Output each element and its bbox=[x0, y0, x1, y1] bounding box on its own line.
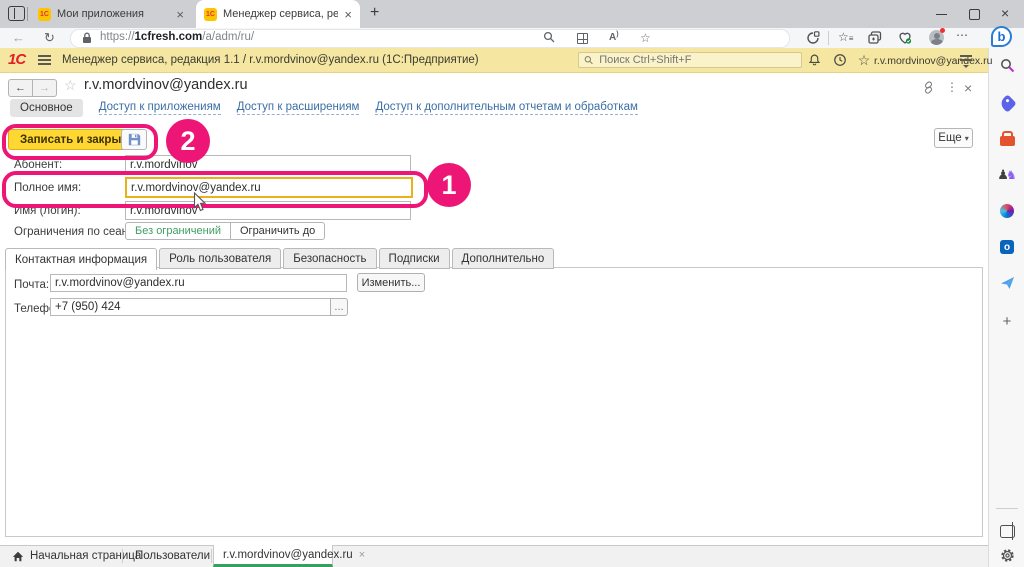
nav-link-app-access[interactable]: Доступ к приложениям bbox=[99, 101, 221, 115]
search-this-page-icon[interactable] bbox=[543, 31, 555, 43]
app-search-input[interactable] bbox=[597, 53, 796, 67]
tab-contact-info[interactable]: Контактная информация bbox=[5, 248, 157, 270]
service-menu-icon[interactable] bbox=[960, 55, 974, 69]
chevron-down-icon: ▾ bbox=[965, 134, 969, 143]
sidebar-shopping-icon[interactable] bbox=[998, 94, 1016, 112]
phone-ellipsis-button[interactable]: ... bbox=[330, 298, 348, 316]
browser-tab-label: Менеджер сервиса, редакция 1 bbox=[223, 8, 338, 20]
form-back-icon[interactable]: ← bbox=[8, 79, 33, 97]
sidebar-add-icon[interactable]: + bbox=[998, 312, 1016, 330]
sidebar-games-icon[interactable]: ♟♞ bbox=[998, 166, 1016, 184]
extensions-icon[interactable] bbox=[806, 31, 820, 45]
close-tab-icon[interactable]: × bbox=[176, 8, 184, 21]
form-close-icon[interactable]: × bbox=[964, 80, 972, 96]
field-label-subscriber: Абонент: bbox=[14, 159, 62, 171]
edge-sidebar bbox=[988, 48, 1024, 567]
more-actions-button[interactable]: Еще▾ bbox=[934, 128, 973, 148]
form-forward-icon[interactable]: → bbox=[33, 79, 57, 97]
change-email-button[interactable]: Изменить... bbox=[357, 273, 425, 292]
window-maximize-button[interactable] bbox=[969, 9, 980, 20]
session-limit-to-button[interactable]: Ограничить до bbox=[231, 222, 325, 240]
page-favorite-star-icon[interactable]: ☆ bbox=[64, 77, 77, 94]
annotation-box-step2 bbox=[2, 124, 158, 160]
header-username[interactable]: r.v.mordvinov@yandex.ru bbox=[874, 55, 992, 67]
tab-actions-menu-icon[interactable] bbox=[8, 6, 25, 21]
tab-bar-divider bbox=[27, 7, 28, 21]
collections-icon[interactable] bbox=[868, 31, 882, 44]
favorites-bar-icon[interactable]: ☆≡ bbox=[838, 30, 852, 44]
profile-notification-dot bbox=[940, 28, 945, 33]
sidebar-drop-icon[interactable] bbox=[998, 274, 1016, 292]
browser-tab-label: Мои приложения bbox=[57, 8, 170, 20]
session-no-limit-button[interactable]: Без ограничений bbox=[125, 222, 231, 240]
nav-link-extension-access[interactable]: Доступ к расширениям bbox=[237, 101, 360, 115]
form-history-nav[interactable]: ← → bbox=[8, 79, 57, 97]
new-tab-button[interactable]: + bbox=[370, 4, 379, 22]
sidebar-microsoft365-icon[interactable] bbox=[998, 202, 1016, 220]
app-tab-user-card[interactable]: r.v.mordvinov@yandex.ru× bbox=[213, 545, 333, 567]
search-icon bbox=[584, 55, 593, 65]
sidebar-search-icon[interactable] bbox=[998, 56, 1016, 74]
nav-link-reports-access[interactable]: Доступ к дополнительным отчетам и обрабо… bbox=[375, 101, 637, 115]
app-search-box[interactable] bbox=[578, 52, 802, 68]
page-title: r.v.mordvinov@yandex.ru bbox=[84, 77, 248, 93]
detail-tabs: Контактная информация Роль пользователя … bbox=[5, 248, 554, 270]
app-title: Менеджер сервиса, редакция 1.1 / r.v.mor… bbox=[62, 54, 479, 66]
window-minimize-button[interactable] bbox=[936, 14, 947, 15]
annotation-badge-1: 1 bbox=[427, 163, 471, 207]
1c-logo[interactable]: 1С bbox=[8, 51, 25, 68]
browser-settings-icon[interactable]: ⋯ bbox=[956, 28, 968, 42]
notifications-bell-icon[interactable] bbox=[806, 52, 822, 68]
browser-tab-service-manager[interactable]: 1С Менеджер сервиса, редакция 1 × bbox=[196, 0, 360, 28]
annotation-badge-2: 2 bbox=[166, 119, 210, 163]
tab-additional[interactable]: Дополнительно bbox=[452, 248, 555, 269]
annotation-box-step1 bbox=[2, 171, 428, 208]
url-text: https://1cfresh.com/a/adm/ru/ bbox=[100, 31, 254, 43]
browser-essentials-icon[interactable] bbox=[898, 31, 912, 44]
get-link-icon[interactable] bbox=[922, 81, 935, 94]
history-clock-icon[interactable] bbox=[832, 52, 848, 68]
browser-tab-my-apps[interactable]: 1С Мои приложения × bbox=[30, 0, 192, 28]
screen: 1С Мои приложения × 1С Менеджер сервиса,… bbox=[0, 0, 1024, 567]
tab-subscriptions[interactable]: Подписки bbox=[379, 248, 450, 269]
window-close-button[interactable]: × bbox=[1001, 5, 1009, 21]
lock-icon bbox=[82, 32, 92, 44]
main-menu-hamburger-icon[interactable] bbox=[38, 55, 51, 67]
email-label: Почта: bbox=[14, 279, 49, 291]
close-tab-icon[interactable]: × bbox=[344, 8, 352, 21]
nav-main-chip[interactable]: Основное bbox=[10, 99, 83, 117]
sidebar-panel-toggle-icon[interactable] bbox=[998, 522, 1016, 540]
tab-user-role[interactable]: Роль пользователя bbox=[159, 248, 281, 269]
1c-favicon: 1С bbox=[38, 8, 51, 21]
sidebar-outlook-icon[interactable]: o bbox=[998, 238, 1016, 256]
sidebar-tools-icon[interactable] bbox=[998, 130, 1016, 148]
favorite-star-icon[interactable]: ☆ bbox=[640, 31, 651, 45]
bing-chat-icon[interactable]: b bbox=[991, 26, 1012, 47]
browser-refresh-icon[interactable]: ↻ bbox=[44, 30, 55, 46]
sidebar-settings-gear-icon[interactable] bbox=[998, 546, 1016, 564]
tab-security[interactable]: Безопасность bbox=[283, 248, 376, 269]
form-nav-row: Основное Доступ к приложениям Доступ к р… bbox=[10, 99, 638, 117]
favorites-star-icon[interactable]: ☆ bbox=[856, 52, 872, 68]
browser-back-icon[interactable]: ← bbox=[12, 30, 25, 45]
split-screen-icon[interactable] bbox=[577, 33, 588, 44]
home-icon bbox=[12, 551, 24, 562]
session-limit-toggle: Без ограничений Ограничить до bbox=[125, 222, 325, 240]
close-icon[interactable]: × bbox=[359, 549, 365, 561]
phone-input[interactable] bbox=[50, 298, 331, 316]
sidebar-divider bbox=[996, 508, 1018, 509]
mouse-cursor bbox=[193, 192, 206, 212]
form-more-icon[interactable]: ⋮ bbox=[946, 80, 958, 94]
email-input[interactable] bbox=[50, 274, 347, 292]
1c-favicon: 1С bbox=[204, 8, 217, 21]
read-aloud-icon[interactable]: A) bbox=[609, 31, 619, 43]
